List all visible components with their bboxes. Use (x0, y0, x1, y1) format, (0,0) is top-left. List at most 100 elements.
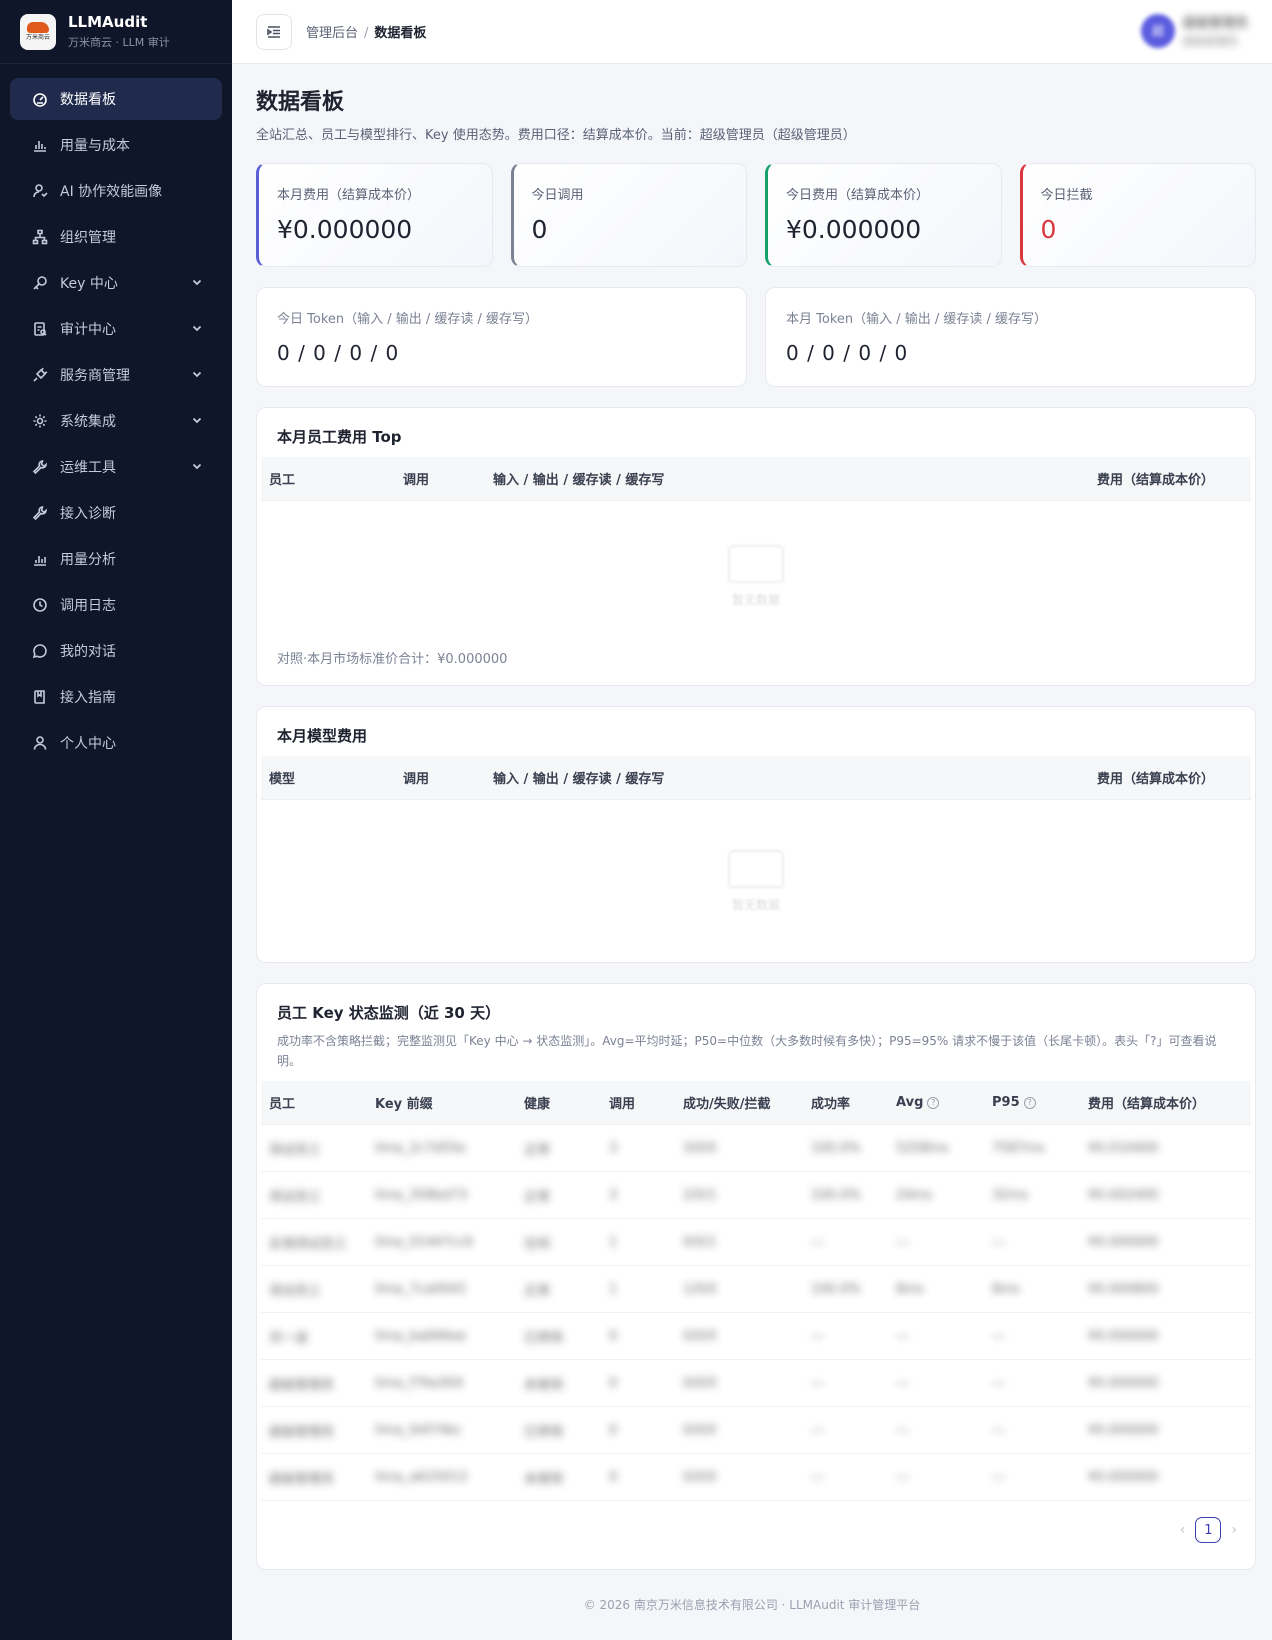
sidebar-item-label: 接入指南 (60, 690, 116, 706)
sidebar-item[interactable]: 我的对话 (10, 630, 222, 672)
table-cell: 100.0% (811, 1282, 896, 1297)
table-cell: 3/0/0 (683, 1141, 811, 1156)
page-number-button[interactable]: 1 (1195, 1517, 1222, 1543)
logo-text: 万米商云 (25, 34, 50, 41)
sidebar-item[interactable]: 运维工具 (10, 446, 222, 488)
cell-value: ¥0.000800 (1088, 1281, 1159, 1297)
user-menu[interactable]: 超 超级管理员 超级管理员 (1140, 12, 1248, 49)
cell-value: 反馈测试员工 (269, 1236, 348, 1252)
page-description: 全站汇总、员工与模型排行、Key 使用态势。费用口径：结算成本价。当前：超级管理… (256, 128, 856, 143)
token-card-month: 本月 Token（输入 / 输出 / 缓存读 / 缓存写） 0 / 0 / 0 … (765, 287, 1256, 387)
table-cell: 未使用 (524, 1468, 609, 1487)
cell-value: 测试员工 (269, 1189, 322, 1205)
breadcrumb-root[interactable]: 管理后台 (306, 26, 358, 41)
cell-value: 0 (609, 1422, 618, 1438)
prev-page-button[interactable]: ‹ (1180, 1522, 1186, 1538)
menu-toggle-button[interactable] (256, 13, 292, 50)
table-row[interactable]: 测试员工 llma_358bd73 正常 3 2/0/1 100.0% 24ms 32ms ¥0… (261, 1172, 1251, 1219)
next-page-button[interactable]: › (1231, 1522, 1237, 1538)
sidebar-item[interactable]: 接入诊断 (10, 492, 222, 534)
column-header[interactable]: 调用 (403, 469, 493, 488)
cell-value: 100.0% (811, 1187, 861, 1203)
sidebar-item[interactable]: 数据看板 (10, 78, 222, 120)
cell-value: 1 (609, 1234, 618, 1250)
column-header[interactable]: 输入 / 输出 / 缓存读 / 缓存写 (493, 469, 1097, 488)
sidebar-item[interactable]: AI 协作效能画像 (10, 170, 222, 212)
chevron-down-icon[interactable] (190, 459, 204, 473)
key-icon (32, 275, 48, 291)
column-header[interactable]: 成功/失败/拦截 (683, 1093, 811, 1112)
table-cell: 反馈测试员工 (269, 1233, 375, 1252)
column-header[interactable]: 调用 (609, 1093, 683, 1112)
empty-text: 暂无数据 (731, 592, 780, 607)
cell-value: — (896, 1422, 909, 1438)
table-row[interactable]: 超级管理员 llma_f76a304 未使用 0 0/0/0 — — — ¥0.000000 (261, 1360, 1251, 1407)
cell-value: — (811, 1375, 824, 1391)
column-header[interactable]: 健康 (524, 1093, 609, 1112)
sidebar-item[interactable]: 个人中心 (10, 722, 222, 764)
table-row[interactable]: 超级管理员 llma_fe974bc 已停用 0 0/0/0 — — — ¥0.000000 (261, 1407, 1251, 1454)
breadcrumb: 管理后台 / 数据看板 (306, 22, 426, 41)
table-cell: 7587ms (992, 1141, 1088, 1156)
cell-value: 1/0/0 (683, 1281, 717, 1297)
chevron-down-icon[interactable] (190, 413, 204, 427)
table-cell: — (896, 1423, 992, 1438)
table-cell: — (811, 1235, 896, 1250)
market-price-footnote: 对照·本月市场标准价合计：¥0.000000 (277, 652, 508, 667)
chevron-down-icon[interactable] (190, 367, 204, 381)
cell-value: 100.0% (811, 1281, 861, 1297)
empty-state: 暂无数据 (261, 800, 1251, 962)
column-header[interactable]: Avg? (896, 1095, 992, 1110)
wrench-icon (32, 459, 48, 475)
stat-value: ¥0.000000 (277, 215, 413, 244)
help-circle-icon[interactable]: ? (927, 1096, 940, 1109)
column-header[interactable]: 员工 (269, 469, 403, 488)
table-cell: — (992, 1470, 1088, 1485)
cell-value: — (811, 1328, 824, 1344)
column-header[interactable]: 成功率 (811, 1093, 896, 1112)
table-cell: — (992, 1329, 1088, 1344)
cell-value: llma_01447cc6 (375, 1234, 474, 1250)
column-header[interactable]: 费用（结算成本价） (1097, 768, 1214, 787)
table-row[interactable]: 测试员工 llma_7ca0043 正常 1 1/0/0 100.0% 8ms 8ms ¥0.0… (261, 1266, 1251, 1313)
table-cell: 超级管理员 (269, 1421, 375, 1440)
sidebar-item[interactable]: 用量与成本 (10, 124, 222, 166)
brand[interactable]: 万米商云 LLMAudit 万米商云 · LLM 审计 (0, 0, 232, 64)
cell-value: 超级管理员 (269, 1471, 335, 1487)
table-cell: llma_f76a304 (375, 1376, 524, 1391)
avatar[interactable]: 超 (1140, 13, 1175, 48)
sidebar-item[interactable]: 用量分析 (10, 538, 222, 580)
column-header[interactable]: 员工 (269, 1093, 375, 1112)
token-cards: 今日 Token（输入 / 输出 / 缓存读 / 缓存写） 0 / 0 / 0 … (256, 287, 1256, 387)
table-row[interactable]: 邓一波 llma_ba666ee 已停用 0 0/0/0 — — — ¥0.000000 (261, 1313, 1251, 1360)
chevron-down-icon[interactable] (190, 321, 204, 335)
table-cell: 3 (609, 1188, 683, 1203)
stat-card-month-cost: 本月费用（结算成本价） ¥0.000000 (256, 163, 493, 267)
table-row[interactable]: 测试员工 llma_2c7d55e 正常 3 3/0/0 100.0% 5258ms 7587… (261, 1125, 1251, 1172)
sidebar-item[interactable]: 组织管理 (10, 216, 222, 258)
sidebar-item[interactable]: 系统集成 (10, 400, 222, 442)
table-row[interactable]: 超级管理员 llma_a625013 未使用 0 0/0/0 — — — ¥0.000000 (261, 1454, 1251, 1501)
column-header[interactable]: 费用（结算成本价） (1097, 469, 1214, 488)
sidebar-item[interactable]: 服务商管理 (10, 354, 222, 396)
column-header[interactable]: 输入 / 输出 / 缓存读 / 缓存写 (493, 768, 1097, 787)
sidebar-item[interactable]: Key 中心 (10, 262, 222, 304)
sidebar-item[interactable]: 接入指南 (10, 676, 222, 718)
column-header[interactable]: 费用（结算成本价） (1088, 1093, 1213, 1112)
column-header-label: 健康 (524, 1097, 551, 1112)
help-circle-icon[interactable]: ? (1023, 1096, 1036, 1109)
column-header[interactable]: P95? (992, 1095, 1088, 1110)
org-tree-icon (32, 229, 48, 245)
table-row[interactable]: 反馈测试员工 llma_01447cc6 空闲 1 0/0/1 — — — ¥0.000000 (261, 1219, 1251, 1266)
cell-value: 8ms (992, 1281, 1020, 1297)
column-header[interactable]: 调用 (403, 768, 493, 787)
column-header[interactable]: Key 前缀 (375, 1093, 524, 1112)
cell-value: llma_358bd73 (375, 1187, 468, 1203)
stat-value: 0 (531, 215, 548, 244)
sidebar-item-label: 用量与成本 (60, 138, 130, 154)
cell-value: 3 (609, 1140, 618, 1156)
column-header[interactable]: 模型 (269, 768, 403, 787)
sidebar-item[interactable]: 审计中心 (10, 308, 222, 350)
chevron-down-icon[interactable] (190, 275, 204, 289)
sidebar-item[interactable]: 调用日志 (10, 584, 222, 626)
